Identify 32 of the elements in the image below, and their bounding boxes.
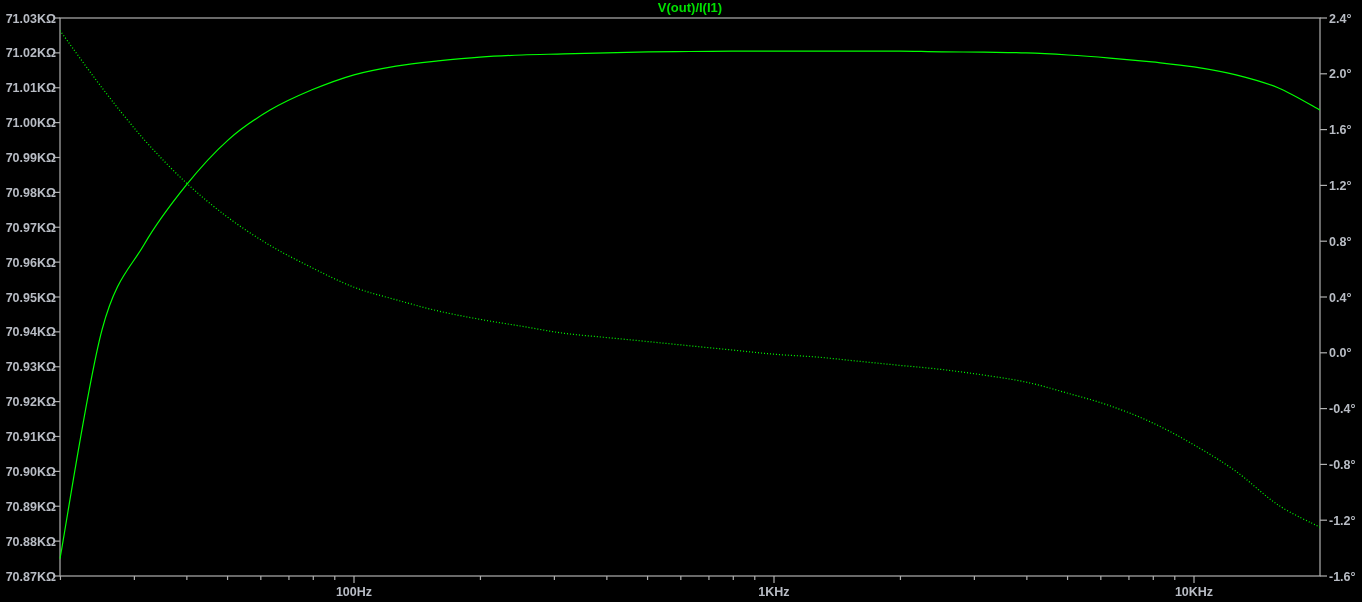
left-axis-label: 70.92KΩ	[5, 395, 56, 410]
left-axis-label: 70.98KΩ	[5, 185, 56, 200]
right-axis-label: 2.0°	[1329, 67, 1352, 82]
left-axis-label: 70.99KΩ	[5, 151, 56, 165]
right-axis-label: 0.0°	[1329, 346, 1352, 361]
right-axis-label: 1.2°	[1329, 178, 1352, 193]
left-axis-label: 70.90KΩ	[5, 464, 56, 479]
right-axis-label: 0.4°	[1329, 290, 1352, 305]
left-axis-label: 70.94KΩ	[5, 325, 56, 340]
left-axis-label: 71.02KΩ	[5, 46, 56, 61]
left-axis-label: 70.91KΩ	[5, 430, 56, 444]
left-axis-label: 70.87KΩ	[5, 569, 56, 584]
right-axis-label: 0.8°	[1329, 234, 1352, 249]
plot-title: V(out)/I(I1)	[657, 0, 723, 15]
left-axis-label: 70.95KΩ	[5, 290, 56, 305]
left-axis-label: 71.00KΩ	[5, 116, 56, 131]
right-axis-label: 2.4°	[1329, 11, 1352, 26]
left-axis-label: 70.93KΩ	[5, 360, 56, 375]
left-axis-label: 71.01KΩ	[5, 81, 56, 96]
right-axis-label: -1.6°	[1329, 569, 1356, 584]
left-axis-label: 70.88KΩ	[5, 534, 56, 549]
left-axis-label: 70.97KΩ	[5, 220, 56, 235]
right-axis-label: -0.4°	[1329, 402, 1356, 417]
bottom-axis-label: 1KHz	[758, 585, 790, 599]
right-axis-label: 1.6°	[1329, 123, 1352, 138]
left-axis-label: 70.96KΩ	[5, 255, 56, 270]
bottom-axis-label: 100Hz	[335, 585, 373, 599]
left-axis-label: 70.89KΩ	[5, 499, 56, 514]
bottom-axis-label: 10KHz	[1174, 585, 1214, 599]
right-axis-label: -1.2°	[1329, 513, 1356, 528]
right-axis-label: -0.8°	[1329, 457, 1356, 472]
left-axis-label: 71.03KΩ	[5, 11, 56, 26]
